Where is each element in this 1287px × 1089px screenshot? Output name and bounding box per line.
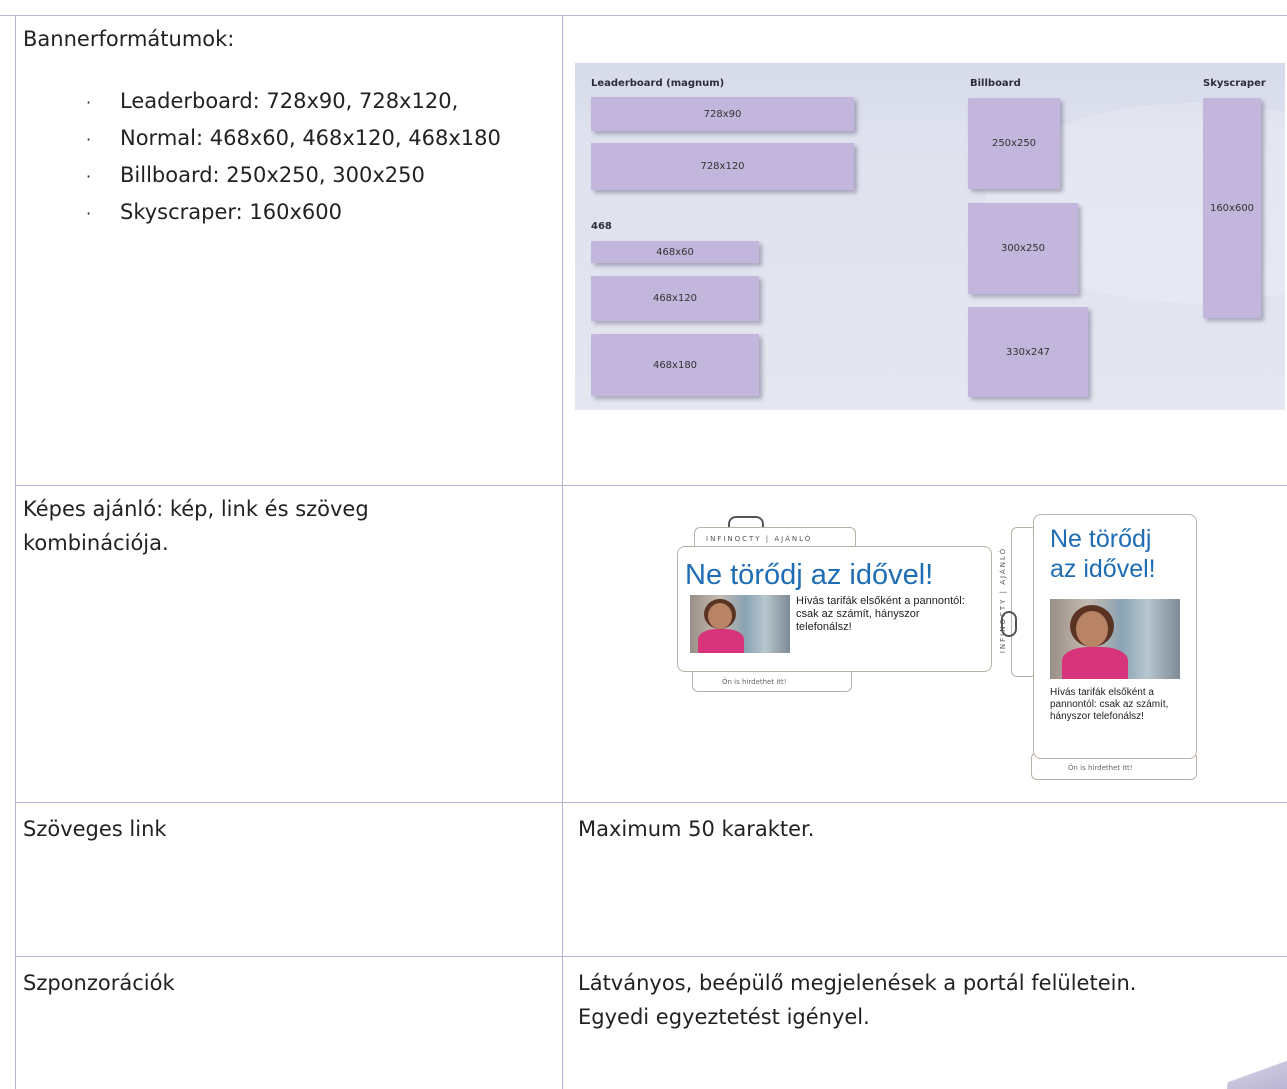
tall-widget-headline-line1[interactable]: Ne törődj	[1050, 525, 1151, 554]
wide-widget-logo: INFINOCTY | AJÁNLÓ	[706, 535, 813, 543]
column-divider	[562, 15, 563, 1089]
banner-728x120: 728x120	[591, 143, 854, 190]
row-divider-3	[15, 956, 1287, 957]
image-recommender-description: Képes ajánló: kép, link és szöveg kombin…	[23, 497, 369, 555]
tall-widget-photo	[1050, 599, 1180, 679]
paperclip-icon	[1001, 611, 1017, 637]
banner-160x600: 160x600	[1203, 98, 1261, 318]
tall-widget-footer[interactable]: Ön is hirdethet itt!	[1068, 764, 1133, 772]
sponsorship-label: Szponzorációk	[23, 971, 175, 995]
tall-recommender-widget: Ne törődj az idővel! Hívás tarifák elsők…	[1033, 514, 1197, 759]
wide-widget-body: Hívás tarifák elsőként a pannontól: csak…	[796, 595, 965, 633]
list-item: · Skyscraper: 160x600	[86, 200, 343, 224]
wide-recommender-widget: Ne törődj az idővel! Hívás tarifák elsők…	[677, 546, 992, 672]
banner-468x180: 468x180	[591, 334, 759, 396]
row-divider-1	[15, 485, 1287, 486]
text-link-label: Szöveges link	[23, 817, 167, 841]
banner-format-diagram: Leaderboard (magnum) Billboard Skyscrape…	[575, 63, 1285, 410]
tall-widget-body: Hívás tarifák elsőként a pannontól: csak…	[1050, 687, 1169, 722]
billboard-label: Billboard	[970, 78, 1021, 89]
sponsorship-description-line1: Látványos, beépülő megjelenések a portál…	[578, 971, 1137, 995]
wide-widget-footer[interactable]: Ön is hirdethet itt!	[722, 678, 787, 686]
sponsorship-description-line2: Egyedi egyeztetést igényel.	[578, 1005, 870, 1029]
row-divider-2	[15, 802, 1287, 803]
list-item: · Leaderboard: 728x90, 728x120,	[86, 89, 459, 113]
banner-468x120: 468x120	[591, 276, 759, 321]
list-item: · Normal: 468x60, 468x120, 468x180	[86, 126, 501, 150]
banner-728x90: 728x90	[591, 97, 854, 131]
banner-format-list: · Leaderboard: 728x90, 728x120, · Normal: …	[86, 83, 501, 231]
list-item: · Billboard: 250x250, 300x250	[86, 163, 425, 187]
text-link-description: Maximum 50 karakter.	[578, 817, 815, 841]
banner-formats-title: Bannerformátumok:	[23, 27, 235, 51]
tall-widget-logo: INFINOCTY | AJÁNLÓ	[999, 546, 1008, 654]
banner-300x250: 300x250	[968, 203, 1078, 294]
tall-widget-headline-line2[interactable]: az idővel!	[1050, 555, 1156, 584]
normal-label: 468	[591, 221, 612, 232]
table-left-border	[15, 15, 16, 1089]
leaderboard-label: Leaderboard (magnum)	[591, 78, 725, 89]
skyscraper-label: Skyscraper	[1203, 78, 1266, 89]
wide-widget-headline[interactable]: Ne törődj az idővel!	[685, 559, 933, 592]
table-top-border	[0, 15, 1287, 16]
banner-250x250: 250x250	[968, 98, 1060, 189]
page-corner-decoration	[1227, 1059, 1287, 1089]
banner-468x60: 468x60	[591, 241, 759, 263]
banner-330x247: 330x247	[968, 307, 1088, 397]
wide-widget-photo	[690, 595, 790, 653]
